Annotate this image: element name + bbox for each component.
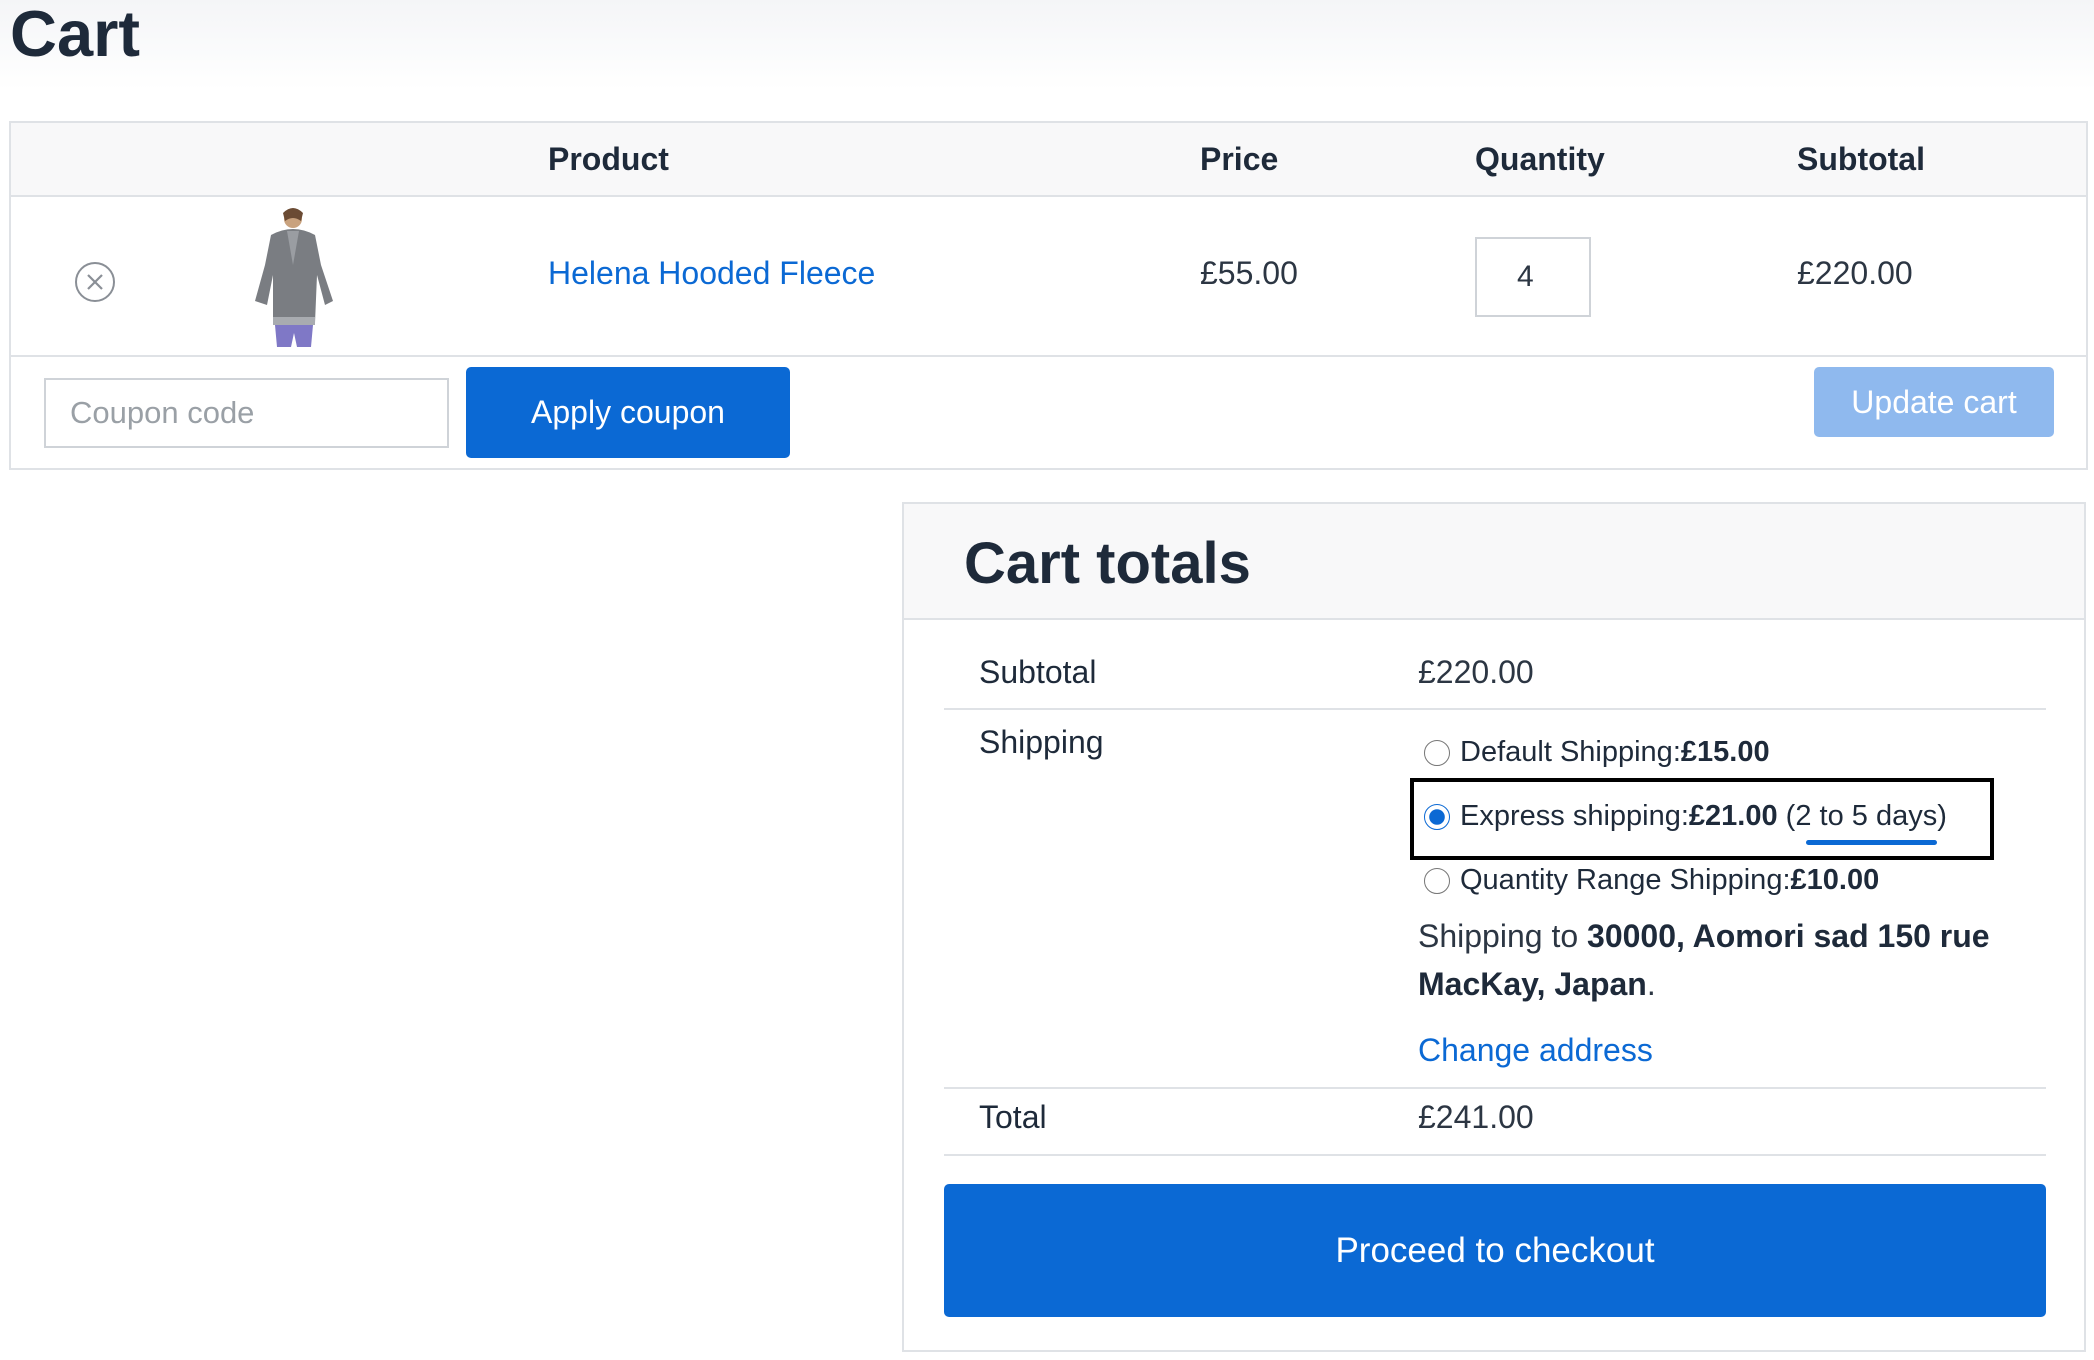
coupon-code-input[interactable]	[44, 378, 449, 448]
shipping-option-label: Default Shipping:	[1460, 736, 1681, 768]
cart-totals-header: Cart totals	[904, 504, 2084, 620]
subtotal-label: Subtotal	[979, 654, 1097, 690]
cart-table-header: Product Price Quantity Subtotal	[11, 123, 2086, 197]
shipping-to-suffix: .	[1646, 966, 1656, 1002]
table-row: Helena Hooded Fleece £55.00 £220.00	[11, 197, 2086, 357]
item-subtotal: £220.00	[1797, 255, 1913, 291]
shipping-destination: Shipping to 30000, Aomori sad 150 rue Ma…	[1418, 912, 2038, 1008]
cart-table: Product Price Quantity Subtotal Helena H…	[9, 121, 2088, 470]
shipping-radio-default[interactable]	[1424, 739, 1450, 766]
shipping-option-label: Express shipping:	[1460, 800, 1689, 832]
divider	[944, 708, 2046, 710]
item-price: £55.00	[1200, 255, 1298, 291]
proceed-to-checkout-button[interactable]: Proceed to checkout	[944, 1184, 2046, 1317]
shipping-option-quantity-range[interactable]: Quantity Range Shipping: £10.00	[1424, 864, 1879, 897]
divider	[944, 1154, 2046, 1156]
apply-coupon-button[interactable]: Apply coupon	[466, 367, 790, 458]
total-value: £241.00	[1418, 1099, 1534, 1135]
header-quantity: Quantity	[1475, 141, 1605, 177]
shipping-option-note: (2 to 5 days)	[1785, 800, 1947, 845]
update-cart-button[interactable]: Update cart	[1814, 367, 2054, 437]
shipping-days-text: (2 to 5 days)	[1785, 800, 1947, 832]
shipping-option-price: £15.00	[1680, 736, 1770, 768]
cart-totals-title: Cart totals	[964, 531, 1251, 596]
shipping-option-price: £10.00	[1790, 864, 1880, 896]
total-label: Total	[979, 1099, 1047, 1135]
quantity-input[interactable]	[1475, 237, 1591, 317]
shipping-radio-express[interactable]	[1424, 803, 1450, 830]
shipping-to-prefix: Shipping to	[1418, 918, 1588, 954]
cart-totals-panel: Cart totals Subtotal £220.00 Shipping De…	[902, 502, 2086, 1352]
annotation-underline	[1805, 840, 1937, 845]
close-icon	[87, 274, 103, 290]
divider	[944, 1087, 2046, 1089]
shipping-option-default[interactable]: Default Shipping: £15.00	[1424, 736, 1770, 769]
shipping-option-label: Quantity Range Shipping:	[1460, 864, 1791, 896]
page-header-band	[0, 0, 2094, 90]
header-price: Price	[1200, 141, 1279, 177]
shipping-radio-quantity-range[interactable]	[1424, 867, 1450, 894]
subtotal-value: £220.00	[1418, 654, 1534, 690]
header-subtotal: Subtotal	[1797, 141, 1925, 177]
shipping-label: Shipping	[979, 724, 1104, 760]
header-product: Product	[548, 141, 669, 177]
product-name-link[interactable]: Helena Hooded Fleece	[548, 255, 875, 292]
product-thumbnail[interactable]	[241, 205, 351, 347]
change-address-link[interactable]: Change address	[1418, 1032, 1653, 1069]
remove-item-button[interactable]	[75, 262, 115, 302]
shipping-option-express[interactable]: Express shipping: £21.00 (2 to 5 days)	[1424, 800, 1947, 845]
shipping-option-price: £21.00	[1688, 800, 1778, 832]
page-title: Cart	[10, 0, 141, 70]
